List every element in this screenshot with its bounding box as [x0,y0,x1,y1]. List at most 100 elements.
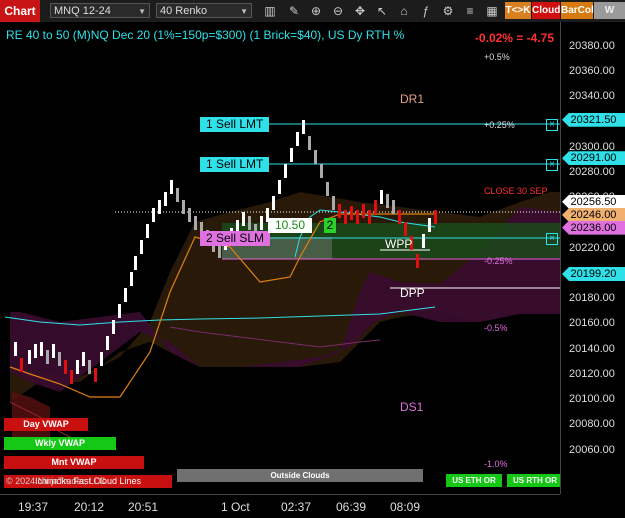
cloud-button[interactable]: Cloud [532,2,560,19]
renko-brick [176,188,179,202]
order-sell-slm[interactable]: 2 Sell SLM [200,231,271,246]
renko-brick [284,164,287,178]
mnt-vwap-label: Mnt VWAP [4,456,144,469]
renko-brick [182,200,185,214]
time-tick-label: 20:51 [128,500,159,514]
renko-brick [158,200,161,214]
price-tick-label: 20220.00 [569,241,615,254]
position-pnl[interactable]: 10.50 [268,218,312,233]
time-tick-label: 20:12 [74,500,105,514]
magnet-icon[interactable]: ⌂ [396,3,412,19]
crosshair-icon[interactable]: ✥ [352,3,368,19]
renko-brick [422,234,425,248]
price-tick-label: 20060.00 [569,443,615,456]
change-readout: -0.02% = -4.75 [474,31,554,45]
renko-brick [434,210,437,224]
renko-brick [28,350,31,364]
renko-brick [170,180,173,194]
renko-brick [14,342,17,356]
renko-brick [428,218,431,232]
price-tick-label: 20120.00 [569,367,615,380]
instrument-value: MNQ 12-24 [54,5,111,17]
renko-brick [296,132,299,146]
draw-tool-icon[interactable]: ✎ [286,3,302,19]
bar-type-value: 40 Renko [160,5,208,17]
order-sell-lmt-1[interactable]: 1 Sell LMT [200,117,270,132]
renko-brick [146,224,149,238]
time-tick-label: 1 Oct [221,500,250,514]
bar-type-select[interactable]: 40 Renko ▼ [156,3,252,18]
position-qty[interactable]: 2 [324,218,336,233]
us-eth-or-label: US ETH OR [446,474,502,487]
renko-brick [152,208,155,222]
properties-icon[interactable]: ≡ [462,3,478,19]
price-tick-label: 20180.00 [569,292,615,305]
renko-brick [94,368,97,382]
level-dr1: DR1 [400,92,425,106]
instrument-select[interactable]: MNQ 12-24 ▼ [50,3,150,18]
copyright-text: © 2024 NinjaTrader, LLC [6,476,106,486]
renko-brick [20,358,23,372]
price-tag: 20256.50 [562,194,625,209]
renko-brick [260,216,263,230]
pct-plus-0.25: +0.25% [484,120,515,130]
order-sell-lmt-2[interactable]: 1 Sell LMT [200,157,270,172]
renko-brick [290,148,293,162]
renko-brick [82,352,85,366]
strategy-icon[interactable]: ⚙ [440,3,456,19]
price-tag: 20291.00 [562,151,625,166]
price-axis[interactable]: 20380.0020360.0020340.0020320.0020300.00… [560,22,625,494]
chart-panel[interactable]: RE 40 to 50 (M)NQ Dec 20 (1%=150p=$300) … [0,22,560,494]
time-tick-label: 19:37 [18,500,49,514]
chart-menu-button[interactable]: Chart [0,0,40,22]
renko-brick [118,304,121,318]
renko-brick [368,210,371,224]
renko-brick [338,204,341,218]
renko-brick [164,192,167,206]
price-tick-label: 20140.00 [569,342,615,355]
renko-brick [320,164,323,178]
renko-brick [248,216,251,230]
renko-brick [416,254,419,268]
renko-brick [314,150,317,164]
chevron-down-icon: ▼ [240,7,248,16]
renko-brick [218,244,221,258]
renko-brick [302,120,305,134]
barcol-button[interactable]: BarCol [561,2,594,19]
price-tag: 20236.00 [562,220,625,235]
chart-trader-icon[interactable]: ▦ [484,3,500,19]
renko-brick [52,344,55,358]
renko-brick [272,196,275,210]
pct-minus-0.5: -0.5% [484,323,508,333]
renko-brick [46,350,49,364]
indicators-icon[interactable]: ƒ [418,3,434,19]
renko-brick [140,240,143,254]
renko-brick [70,370,73,384]
renko-brick [106,336,109,350]
renko-brick [380,190,383,204]
renko-brick [404,222,407,236]
pct-plus-0.5: +0.5% [484,52,510,62]
zoom-out-icon[interactable]: ⊖ [330,3,346,19]
bar-chart-icon[interactable]: ▥ [262,3,278,19]
vwap-button[interactable]: W VWA [594,2,625,33]
renko-brick [386,194,389,208]
close-icon[interactable]: × [546,119,558,131]
time-axis[interactable]: 19:37 20:12 20:51 1 Oct 02:37 06:39 08:09 [0,494,560,518]
renko-brick [308,136,311,150]
price-tick-label: 20080.00 [569,418,615,431]
tk-button[interactable]: T<>K [505,2,531,19]
price-tick-label: 20160.00 [569,317,615,330]
level-ds1: DS1 [400,400,424,414]
wkly-vwap-label: Wkly VWAP [4,437,116,450]
renko-brick [34,344,37,358]
time-tick-label: 06:39 [336,500,367,514]
zoom-in-icon[interactable]: ⊕ [308,3,324,19]
price-tag: 20321.50 [562,112,625,127]
time-tick-label: 08:09 [390,500,421,514]
cursor-icon[interactable]: ↖ [374,3,390,19]
close-icon[interactable]: × [546,159,558,171]
close-icon[interactable]: × [546,233,558,245]
renko-brick [134,256,137,270]
renko-brick [100,352,103,366]
